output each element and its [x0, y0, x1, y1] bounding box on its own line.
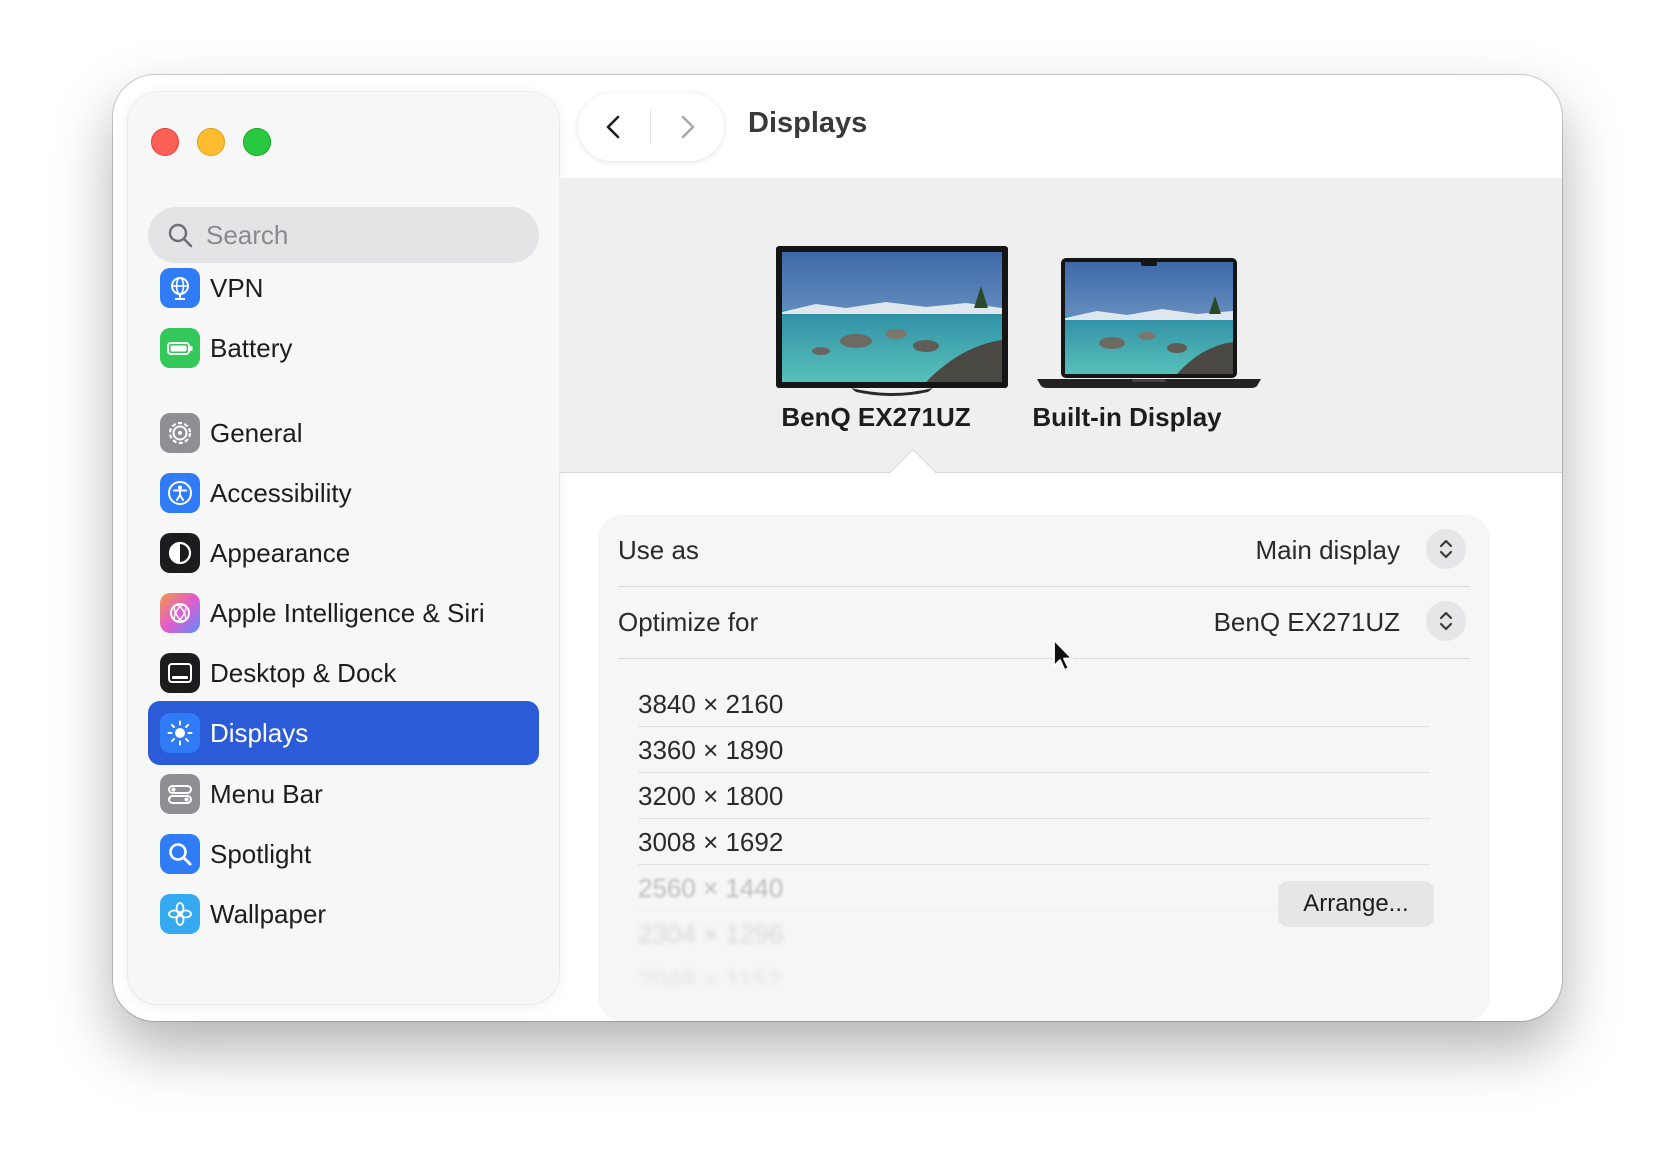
chevron-up-down-icon	[1439, 539, 1453, 559]
accessibility-icon	[160, 473, 200, 513]
resolution-option[interactable]: 3008 × 1692	[638, 819, 1430, 865]
magnifier-icon	[168, 223, 193, 248]
sidebar-item-apple-intelligence-siri[interactable]: Apple Intelligence & Siri	[148, 581, 539, 645]
navigation-buttons	[578, 93, 724, 161]
laptop-thumbnail[interactable]	[1037, 258, 1261, 392]
chevron-right-icon	[681, 115, 695, 139]
spotlight-icon	[160, 834, 200, 874]
sidebar-item-general[interactable]: General	[148, 401, 539, 465]
sidebar-item-desktop-dock[interactable]: Desktop & Dock	[148, 641, 539, 705]
minimize-button[interactable]	[197, 128, 225, 156]
sidebar-item-label: General	[210, 417, 303, 448]
optimize-for-row[interactable]: Optimize for BenQ EX271UZ	[618, 587, 1470, 659]
sidebar-item-label: Wallpaper	[210, 898, 327, 929]
sidebar-item-label: Desktop & Dock	[210, 657, 397, 688]
display-settings-card: Use as Main display Optimize for BenQ EX…	[598, 515, 1490, 1021]
use-as-value[interactable]: Main display	[1255, 535, 1400, 566]
close-button[interactable]	[151, 128, 179, 156]
battery-icon	[160, 328, 200, 368]
sidebar-item-label: Spotlight	[210, 838, 312, 869]
resolution-option[interactable]: 3360 × 1890	[638, 727, 1430, 773]
optimize-for-value[interactable]: BenQ EX271UZ	[1214, 607, 1400, 638]
page-title: Displays	[748, 107, 868, 139]
sidebar: Search VPN Battery General Accessibility	[128, 92, 559, 1004]
sidebar-item-label: Accessibility	[210, 477, 352, 508]
back-button[interactable]	[578, 93, 650, 161]
external-monitor-thumbnail[interactable]	[776, 246, 1008, 396]
resolution-option[interactable]: 2048 × 1152	[638, 957, 1430, 985]
appearance-icon	[160, 533, 200, 573]
sidebar-item-label: VPN	[210, 272, 264, 303]
sun-icon	[160, 713, 200, 753]
sidebar-item-battery[interactable]: Battery	[148, 316, 539, 380]
sidebar-item-appearance[interactable]: Appearance	[148, 521, 539, 585]
sidebar-item-label: Displays	[210, 717, 309, 748]
arrange-button[interactable]: Arrange...	[1278, 881, 1434, 927]
row-divider	[618, 658, 1470, 659]
sidebar-item-label: Battery	[210, 332, 293, 363]
sidebar-item-vpn[interactable]: VPN	[148, 256, 539, 320]
display-name-built-in[interactable]: Built-in Display	[987, 402, 1267, 433]
optimize-for-stepper[interactable]	[1426, 601, 1466, 641]
resolution-option[interactable]: 3200 × 1800	[638, 773, 1430, 819]
sidebar-item-wallpaper[interactable]: Wallpaper	[148, 882, 539, 946]
system-settings-window: Search VPN Battery General Accessibility	[113, 75, 1562, 1021]
sidebar-item-label: Menu Bar	[210, 778, 323, 809]
menubar-icon	[160, 774, 200, 814]
use-as-row[interactable]: Use as Main display	[618, 515, 1470, 587]
sidebar-item-label: Apple Intelligence & Siri	[210, 597, 485, 628]
chevron-left-icon	[606, 115, 620, 139]
chevron-up-down-icon	[1439, 611, 1453, 631]
sidebar-item-menu-bar[interactable]: Menu Bar	[148, 762, 539, 826]
siri-icon	[160, 593, 200, 633]
vpn-globe-icon	[160, 268, 200, 308]
sidebar-item-accessibility[interactable]: Accessibility	[148, 461, 539, 525]
search-placeholder: Search	[206, 219, 289, 250]
sidebar-item-spotlight[interactable]: Spotlight	[148, 822, 539, 886]
gear-icon	[160, 413, 200, 453]
sidebar-item-displays[interactable]: Displays	[148, 701, 539, 765]
forward-button[interactable]	[651, 93, 723, 161]
search-field[interactable]: Search	[148, 207, 539, 263]
optimize-for-label: Optimize for	[618, 607, 759, 637]
display-name-benq[interactable]: BenQ EX271UZ	[746, 402, 1006, 433]
wallpaper-icon	[160, 894, 200, 934]
mouse-pointer-icon	[1053, 639, 1073, 671]
resolution-option[interactable]: 3840 × 2160	[638, 681, 1430, 727]
sidebar-item-label: Appearance	[210, 537, 351, 568]
use-as-stepper[interactable]	[1426, 529, 1466, 569]
zoom-button[interactable]	[243, 128, 271, 156]
use-as-label: Use as	[618, 535, 699, 565]
dock-icon	[160, 653, 200, 693]
